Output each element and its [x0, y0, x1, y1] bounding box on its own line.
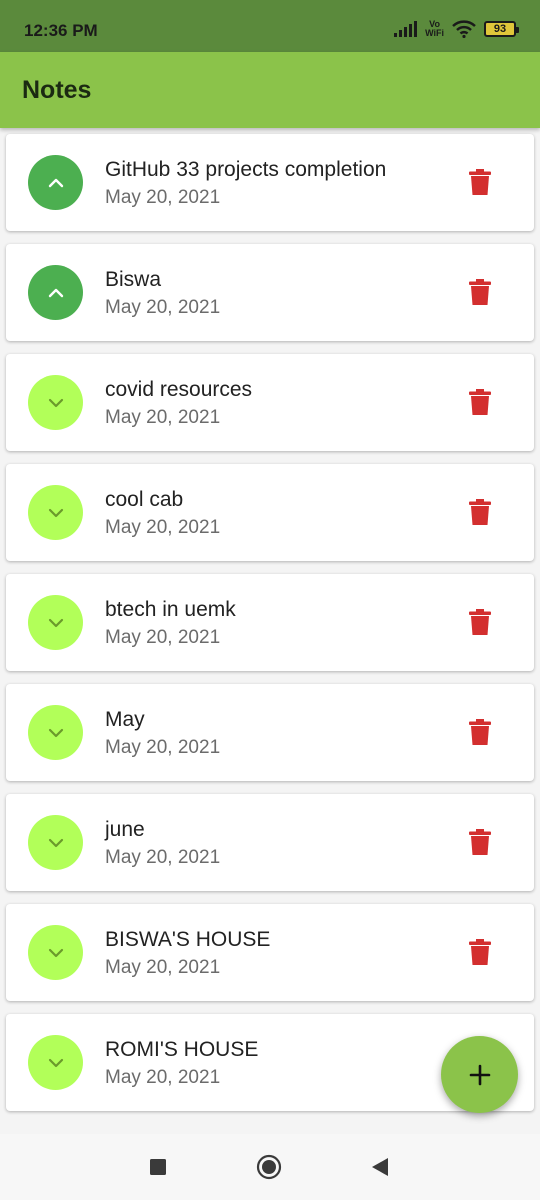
- chevron-down-icon: [48, 1058, 63, 1067]
- vowifi-icon: Vo WiFi: [425, 20, 444, 38]
- trash-icon: [469, 389, 491, 415]
- app-bar: Notes: [0, 52, 540, 128]
- recents-square-icon: [150, 1159, 166, 1175]
- note-card[interactable]: btech in uemk May 20, 2021: [6, 574, 534, 671]
- note-date: May 20, 2021: [105, 627, 221, 648]
- signal-icon: [394, 21, 418, 37]
- delete-button[interactable]: [466, 497, 494, 527]
- delete-button[interactable]: [466, 827, 494, 857]
- chevron-down-icon: [48, 398, 63, 407]
- delete-button[interactable]: [466, 277, 494, 307]
- note-card[interactable]: GitHub 33 projects completion May 20, 20…: [6, 134, 534, 231]
- note-card[interactable]: cool cab May 20, 2021: [6, 464, 534, 561]
- chevron-up-icon: [48, 288, 63, 297]
- trash-icon: [469, 609, 491, 635]
- collapse-toggle-button[interactable]: [28, 265, 83, 320]
- status-icons: Vo WiFi 93: [394, 20, 519, 38]
- back-triangle-icon: [372, 1158, 388, 1176]
- expand-toggle-button[interactable]: [28, 925, 83, 980]
- note-title: june: [105, 818, 145, 841]
- note-date: May 20, 2021: [105, 517, 221, 538]
- trash-icon: [469, 939, 491, 965]
- chevron-up-icon: [48, 178, 63, 187]
- delete-button[interactable]: [466, 937, 494, 967]
- trash-icon: [469, 719, 491, 745]
- note-card[interactable]: May May 20, 2021: [6, 684, 534, 781]
- note-title: Biswa: [105, 268, 162, 291]
- chevron-down-icon: [48, 948, 63, 957]
- wifi-icon: [452, 20, 476, 38]
- trash-icon: [469, 829, 491, 855]
- note-date: May 20, 2021: [105, 847, 221, 868]
- note-title: BISWA'S HOUSE: [105, 928, 271, 951]
- note-card[interactable]: covid resources May 20, 2021: [6, 354, 534, 451]
- battery-icon: 93: [484, 21, 519, 37]
- expand-toggle-button[interactable]: [28, 815, 83, 870]
- expand-toggle-button[interactable]: [28, 1035, 83, 1090]
- trash-icon: [469, 499, 491, 525]
- note-date: May 20, 2021: [105, 1067, 221, 1088]
- system-nav-bar: [0, 1134, 540, 1200]
- note-date: May 20, 2021: [105, 187, 221, 208]
- delete-button[interactable]: [466, 717, 494, 747]
- expand-toggle-button[interactable]: [28, 485, 83, 540]
- note-card[interactable]: BISWA'S HOUSE May 20, 2021: [6, 904, 534, 1001]
- back-button[interactable]: [367, 1154, 393, 1180]
- chevron-down-icon: [48, 838, 63, 847]
- recents-button[interactable]: [145, 1154, 171, 1180]
- expand-toggle-button[interactable]: [28, 705, 83, 760]
- status-time: 12:36 PM: [24, 21, 98, 40]
- add-note-button[interactable]: [441, 1036, 518, 1113]
- expand-toggle-button[interactable]: [28, 595, 83, 650]
- battery-level: 93: [493, 23, 507, 35]
- page-title: Notes: [22, 76, 92, 104]
- note-card[interactable]: june May 20, 2021: [6, 794, 534, 891]
- note-date: May 20, 2021: [105, 407, 221, 428]
- plus-icon: [469, 1064, 490, 1085]
- note-date: May 20, 2021: [105, 957, 221, 978]
- delete-button[interactable]: [466, 167, 494, 197]
- chevron-down-icon: [48, 728, 63, 737]
- note-date: May 20, 2021: [105, 297, 221, 318]
- note-title: covid resources: [105, 378, 253, 401]
- note-title: ROMI'S HOUSE: [105, 1038, 259, 1061]
- trash-icon: [469, 169, 491, 195]
- home-circle-icon: [256, 1154, 282, 1180]
- chevron-down-icon: [48, 508, 63, 517]
- expand-toggle-button[interactable]: [28, 375, 83, 430]
- note-title: GitHub 33 projects completion: [105, 158, 387, 181]
- collapse-toggle-button[interactable]: [28, 155, 83, 210]
- note-date: May 20, 2021: [105, 737, 221, 758]
- vowifi-bottom-text: WiFi: [425, 28, 444, 38]
- chevron-down-icon: [48, 618, 63, 627]
- note-title: btech in uemk: [105, 598, 236, 621]
- status-bar: 12:36 PM Vo WiFi 93: [0, 0, 540, 52]
- delete-button[interactable]: [466, 387, 494, 417]
- note-card[interactable]: Biswa May 20, 2021: [6, 244, 534, 341]
- note-title: cool cab: [105, 488, 184, 511]
- note-title: May: [105, 708, 145, 731]
- trash-icon: [469, 279, 491, 305]
- delete-button[interactable]: [466, 607, 494, 637]
- home-button[interactable]: [256, 1154, 282, 1180]
